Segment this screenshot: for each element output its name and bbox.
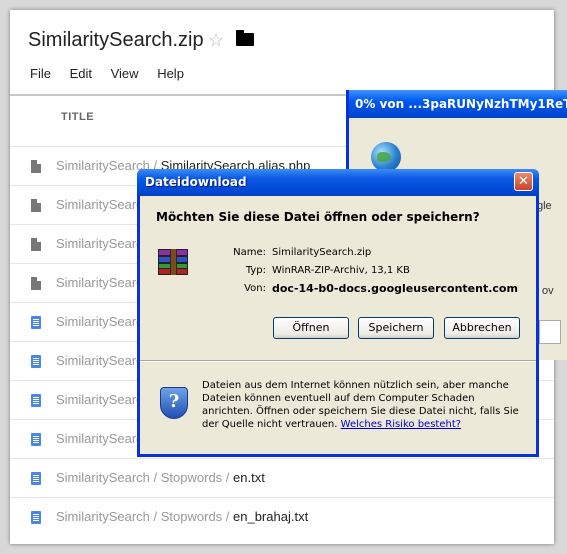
file-icon <box>31 160 41 173</box>
file-row-text: SimilaritySearch / Stopwords / en_brahaj… <box>56 509 308 524</box>
file-icon <box>31 238 41 251</box>
file-name: en.txt <box>233 470 265 485</box>
path-separator: / <box>222 509 234 524</box>
file-row-text: SimilaritySearch <box>56 197 150 212</box>
file-path: SimilaritySearch <box>56 158 150 173</box>
menu-help[interactable]: Help <box>157 66 184 81</box>
progress-edge-text-2: ov <box>542 285 554 297</box>
file-path: SimilaritySearch <box>56 314 150 329</box>
file-path: SimilaritySearch <box>56 197 150 212</box>
file-row-text: SimilaritySearch <box>56 431 150 446</box>
file-row[interactable]: SimilaritySearch / Stopwords / en_brahaj… <box>10 497 554 536</box>
doc-icon <box>31 316 41 329</box>
file-row-text: SimilaritySearch <box>56 392 150 407</box>
cancel-button[interactable]: Abbrechen <box>444 317 520 339</box>
type-label: Typ: <box>245 265 266 276</box>
file-name: en_brahaj.txt <box>233 509 309 524</box>
progress-edge-field <box>539 320 561 344</box>
file-path: SimilaritySearch <box>56 392 150 407</box>
doc-icon <box>31 433 41 446</box>
folder-icon[interactable] <box>236 30 254 46</box>
globe-icon <box>371 142 401 172</box>
file-row-text: SimilaritySearch <box>56 275 150 290</box>
doc-icon <box>31 394 41 407</box>
dialog-titlebar[interactable]: Dateidownload ✕ <box>137 169 539 196</box>
risk-link[interactable]: Welches Risiko besteht? <box>341 419 461 430</box>
progress-title[interactable]: 0% von ...3paRUNyNzhTMy1ReT <box>349 90 567 118</box>
save-button[interactable]: Speichern <box>358 317 434 339</box>
file-icon <box>31 277 41 290</box>
dialog-title: Dateidownload <box>145 175 247 189</box>
winrar-archive-icon <box>158 249 188 275</box>
from-value: doc-14-b0-docs.googleusercontent.com <box>272 282 518 295</box>
file-row-text: SimilaritySearch / Stopwords / en.txt <box>56 470 265 485</box>
from-label: Von: <box>244 283 266 294</box>
menu-file[interactable]: File <box>30 66 51 81</box>
file-path: SimilaritySearch <box>56 236 150 251</box>
security-warning: Dateien aus dem Internet können nützlich… <box>202 379 522 431</box>
doc-icon <box>31 355 41 368</box>
open-button[interactable]: Öffnen <box>273 317 349 339</box>
file-path: SimilaritySearch / Stopwords <box>56 470 223 485</box>
file-row-text: SimilaritySearch <box>56 353 150 368</box>
path-separator: / <box>222 470 234 485</box>
file-row[interactable]: SimilaritySearch / Stopwords / en.txt <box>10 458 554 497</box>
name-label: Name: <box>233 247 266 258</box>
type-value: WinRAR-ZIP-Archiv, 13,1 KB <box>272 265 410 276</box>
menu-edit[interactable]: Edit <box>70 66 92 81</box>
archive-title: SimilaritySearch.zip <box>28 29 204 51</box>
close-icon[interactable]: ✕ <box>514 172 533 191</box>
file-path: SimilaritySearch <box>56 353 150 368</box>
file-download-dialog: Dateidownload ✕ Möchten Sie diese Datei … <box>137 169 539 457</box>
doc-icon <box>31 472 41 485</box>
security-shield-icon: ? <box>160 387 188 419</box>
file-path: SimilaritySearch <box>56 431 150 446</box>
menu-view[interactable]: View <box>111 66 139 81</box>
star-icon[interactable]: ☆ <box>208 30 224 51</box>
menu-bar: File Edit View Help <box>30 66 199 81</box>
name-value: SimilaritySearch.zip <box>272 247 372 258</box>
progress-edge-text: gle <box>537 200 552 212</box>
dialog-question: Möchten Sie diese Datei öffnen oder spei… <box>156 210 480 224</box>
file-icon <box>31 199 41 212</box>
dialog-divider <box>140 360 536 362</box>
column-header-title[interactable]: TITLE <box>61 111 94 123</box>
file-path: SimilaritySearch <box>56 275 150 290</box>
doc-icon <box>31 511 41 524</box>
file-path: SimilaritySearch / Stopwords <box>56 509 223 524</box>
file-row-text: SimilaritySearch <box>56 236 150 251</box>
file-row-text: SimilaritySearch <box>56 314 150 329</box>
